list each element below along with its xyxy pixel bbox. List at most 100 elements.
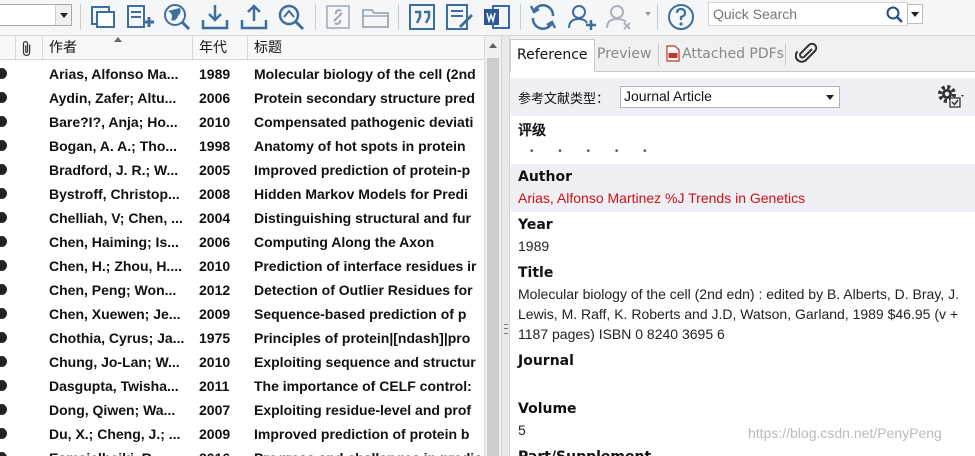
row-title: Compensated pathogenic deviati — [254, 114, 474, 130]
row-title: The importance of CELF control: — [254, 378, 472, 394]
list-header: 作者 年代 标题 — [0, 36, 484, 60]
tab-preview[interactable]: Preview — [591, 39, 658, 72]
copy-references-icon[interactable] — [87, 2, 119, 32]
table-row[interactable]: Du, X.; Cheng, J.; ... 2009 Improved predi… — [0, 422, 484, 446]
title-value[interactable]: Molecular biology of the cell (2nd edn) … — [518, 284, 975, 344]
row-title: Distinguishing structural and fur — [254, 210, 472, 226]
tab-attached-pdfs[interactable]: Attached PDFs — [678, 39, 790, 72]
row-title: Anatomy of hot spots in protein — [254, 138, 466, 154]
unread-dot-icon — [0, 188, 7, 199]
table-row[interactable]: Chen, Xuewen; Je... 2009 Sequence-based pr… — [0, 302, 484, 326]
toolbar — [0, 0, 975, 36]
table-row[interactable]: Bare?I?, Anja; Ho... 2010 Compensated path… — [0, 110, 484, 134]
sort-ascending-icon — [114, 37, 122, 42]
tab-separator — [658, 44, 659, 66]
rating-stars[interactable]: • • • • • — [518, 142, 975, 162]
chevron-down-icon[interactable] — [822, 88, 838, 106]
reference-rows: Arias, Alfonso Ma... 1989 Molecular biolog… — [0, 62, 484, 456]
new-reference-icon[interactable] — [124, 2, 156, 32]
row-year: 2011 — [199, 378, 230, 394]
library-select[interactable] — [0, 4, 72, 26]
unread-dot-icon — [0, 356, 7, 367]
table-row[interactable]: Chen, Peng; Won... 2012 Detection of Outli… — [0, 278, 484, 302]
insert-citation-icon[interactable] — [406, 2, 438, 32]
scroll-up-icon[interactable] — [489, 43, 497, 48]
table-row[interactable]: Bogan, A. A.; Tho... 1998 Anatomy of hot s… — [0, 134, 484, 158]
column-title[interactable]: 标题 — [248, 36, 484, 60]
year-label: Year — [518, 217, 553, 233]
row-year: 2005 — [199, 162, 231, 178]
chevron-down-icon[interactable] — [55, 5, 71, 25]
table-row[interactable]: Esmaielbeiki, R... 2016 Progress and chall… — [0, 446, 484, 456]
table-row[interactable]: Aydin, Zafer; Altu... 2006 Protein seconda… — [0, 86, 484, 110]
search-options-dropdown[interactable] — [907, 4, 923, 24]
find-full-text-icon[interactable] — [275, 2, 307, 32]
row-year: 1975 — [199, 330, 231, 346]
splitter-grip-icon[interactable] — [504, 324, 508, 334]
share-library-icon[interactable] — [566, 2, 598, 32]
toolbar-separator — [80, 4, 81, 30]
sync-icon[interactable] — [527, 2, 559, 32]
author-value[interactable]: Arias, Alfonso Martinez %J Trends in Gen… — [518, 188, 975, 208]
table-row[interactable]: Chen, H.; Zhou, H.... 2010 Prediction of i… — [0, 254, 484, 278]
online-search-icon[interactable] — [160, 2, 192, 32]
sharing-status-icon[interactable] — [604, 2, 636, 32]
toolbar-separator — [398, 4, 399, 30]
unread-dot-icon — [0, 332, 7, 343]
export-icon[interactable] — [238, 2, 270, 32]
journal-field: Journal — [518, 350, 975, 398]
reference-type-label: 参考文献类型： — [518, 92, 610, 107]
table-row[interactable]: Chelliah, V; Chen, ... 2004 Distinguishing… — [0, 206, 484, 230]
row-author: Chothia, Cyrus; Ja... — [49, 330, 185, 346]
scrollbar-thumb[interactable] — [487, 58, 499, 456]
journal-value[interactable] — [518, 372, 975, 398]
column-year[interactable]: 年代 — [193, 36, 248, 60]
open-link-icon[interactable] — [322, 2, 354, 32]
table-row[interactable]: Bystroff, Christop... 2008 Hidden Markov M… — [0, 182, 484, 206]
row-year: 2010 — [199, 114, 231, 130]
table-row[interactable]: Chothia, Cyrus; Ja... 1975 Principles of p… — [0, 326, 484, 350]
row-title: Exploiting sequence and structur — [254, 354, 476, 370]
journal-label: Journal — [518, 353, 574, 369]
row-author: Chen, Peng; Won... — [49, 282, 177, 298]
open-file-icon[interactable] — [360, 2, 392, 32]
help-icon[interactable] — [665, 2, 697, 32]
gear-icon[interactable] — [934, 81, 964, 111]
paperclip-icon[interactable] — [794, 42, 819, 66]
reference-type-select[interactable]: Journal Article — [620, 86, 840, 108]
chevron-down-icon[interactable] — [645, 12, 651, 16]
row-title: Sequence-based prediction of p — [254, 306, 467, 322]
table-row[interactable]: Bradford, J. R.; W... 2005 Improved predic… — [0, 158, 484, 182]
row-title: Protein secondary structure pred — [254, 90, 475, 106]
tab-reference[interactable]: Reference — [510, 39, 595, 72]
table-row[interactable]: Dong, Qiwen; Wa... 2007 Exploiting residue… — [0, 398, 484, 422]
format-paper-icon[interactable] — [443, 2, 475, 32]
row-author: Bogan, A. A.; Tho... — [49, 138, 178, 154]
row-author: Bradford, J. R.; W... — [49, 162, 179, 178]
row-year: 2004 — [199, 210, 231, 226]
unread-dot-icon — [0, 452, 7, 456]
list-scrollbar[interactable] — [484, 36, 501, 456]
search-input[interactable] — [709, 3, 881, 25]
search-icon[interactable] — [885, 5, 905, 25]
read-status-column[interactable] — [0, 36, 16, 60]
word-export-icon[interactable] — [481, 2, 513, 32]
row-year: 1998 — [199, 138, 231, 154]
attachment-column[interactable] — [16, 36, 43, 60]
import-icon[interactable] — [199, 2, 231, 32]
row-title: Improved prediction of protein-p — [254, 162, 471, 178]
table-row[interactable]: Arias, Alfonso Ma... 1989 Molecular biolog… — [0, 62, 484, 86]
reference-type-value: Journal Article — [624, 88, 712, 104]
pane-splitter[interactable] — [501, 36, 510, 456]
row-year: 2008 — [199, 186, 231, 202]
table-row[interactable]: Chung, Jo-Lan; W... 2010 Exploiting sequen… — [0, 350, 484, 374]
row-author: Arias, Alfonso Ma... — [49, 66, 179, 82]
table-row[interactable]: Dasgupta, Twisha... 2011 The importance of… — [0, 374, 484, 398]
quick-search-box[interactable] — [708, 2, 908, 26]
row-title: Hidden Markov Models for Predi — [254, 186, 468, 202]
table-row[interactable]: Chen, Haiming; Is... 2006 Computing Along … — [0, 230, 484, 254]
watermark: https://blog.csdn.net/PenyPeng — [748, 425, 942, 441]
row-author: Chung, Jo-Lan; W... — [49, 354, 180, 370]
reference-panel: Reference Preview Attached PDFs 参考文献类型： … — [510, 36, 975, 456]
year-value[interactable]: 1989 — [518, 236, 975, 256]
